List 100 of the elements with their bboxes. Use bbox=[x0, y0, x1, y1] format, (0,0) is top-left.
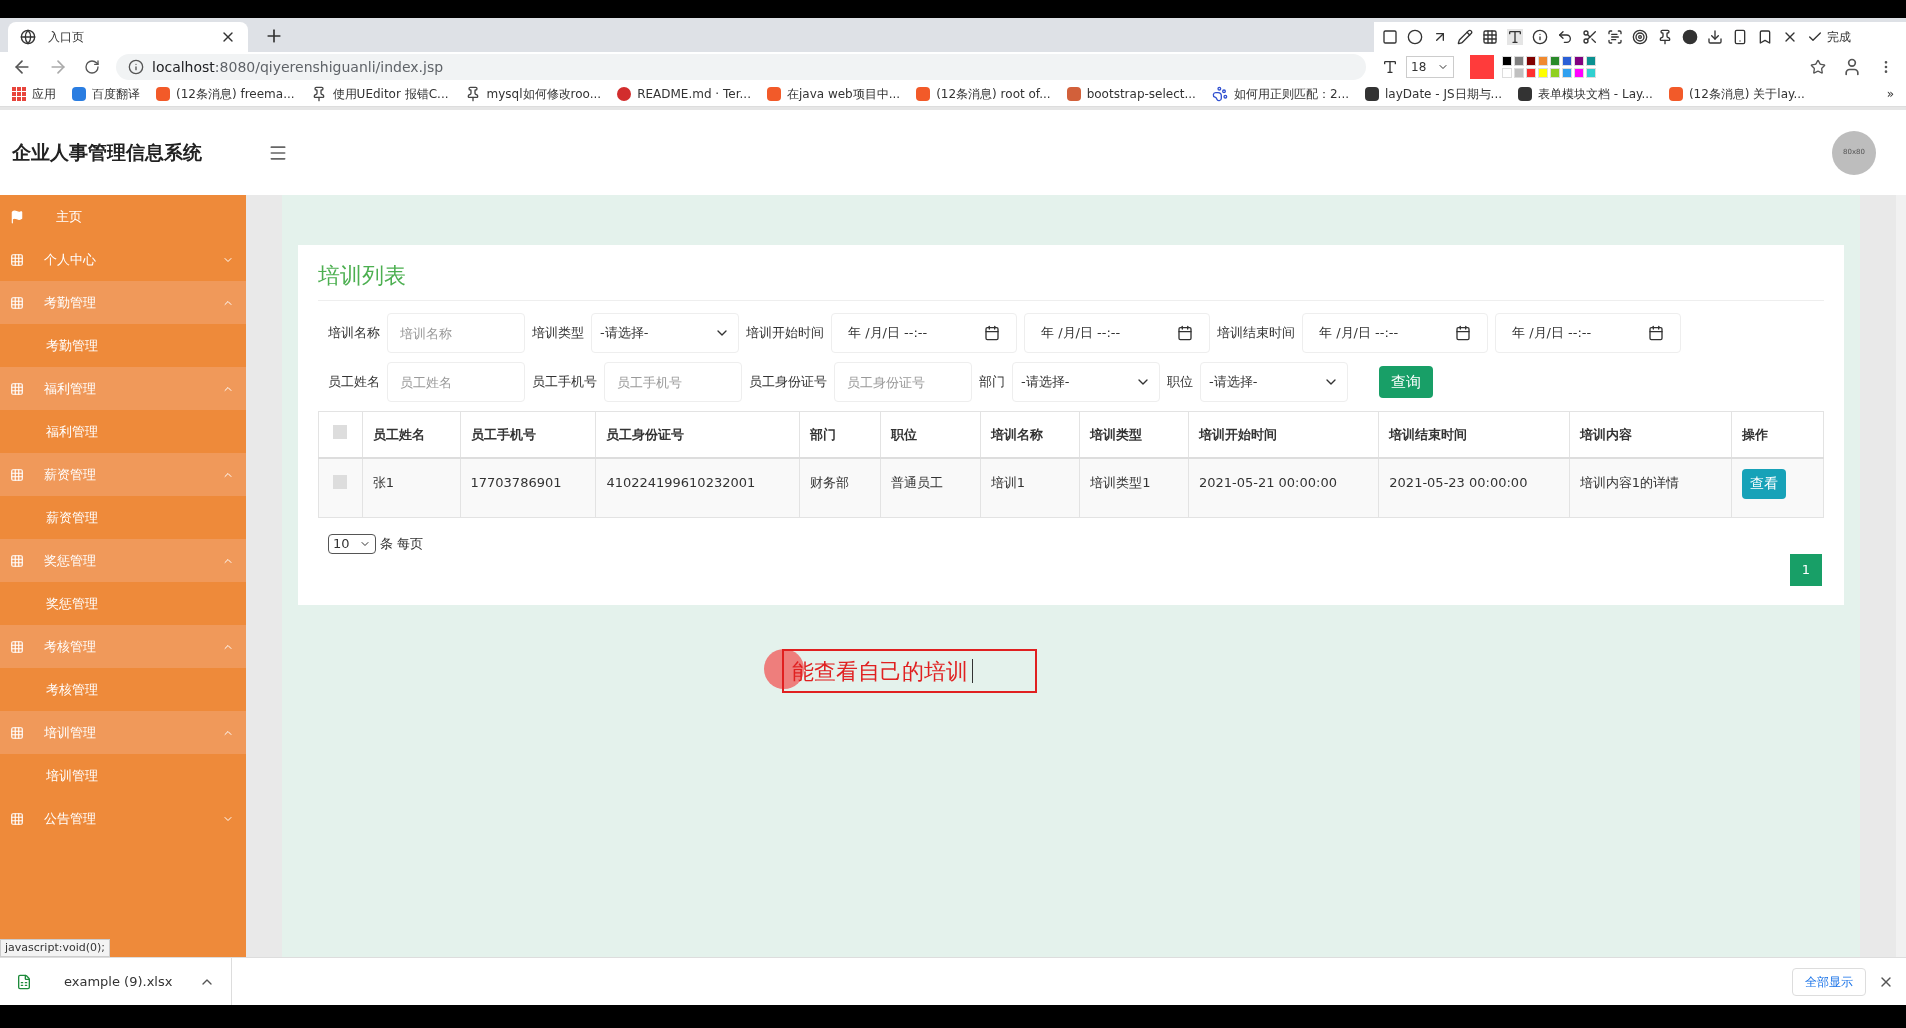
column-header: 操作 bbox=[1731, 411, 1824, 458]
select-field[interactable]: -请选择- bbox=[1012, 362, 1160, 402]
calendar-icon bbox=[1455, 325, 1471, 341]
current-color-swatch[interactable] bbox=[1470, 55, 1494, 79]
phone-icon[interactable] bbox=[1732, 29, 1748, 45]
color-swatch[interactable] bbox=[1538, 56, 1548, 66]
target-icon[interactable] bbox=[1632, 29, 1648, 45]
date-field[interactable]: 年 /月/日 --:-- bbox=[1302, 313, 1488, 353]
mosaic-icon[interactable] bbox=[1482, 29, 1498, 45]
color-swatch[interactable] bbox=[1574, 56, 1584, 66]
bookmark-link[interactable]: 百度翻译 bbox=[92, 85, 140, 103]
circle-icon[interactable] bbox=[1407, 29, 1423, 45]
bookmark-link[interactable]: (12条消息) root of... bbox=[936, 85, 1051, 103]
record-icon[interactable] bbox=[1682, 29, 1698, 45]
calendar-icon bbox=[1648, 325, 1664, 341]
done-button[interactable]: 完成 bbox=[1807, 28, 1851, 46]
bookmark-link[interactable]: bootstrap-select... bbox=[1086, 85, 1196, 103]
rectangle-icon[interactable] bbox=[1382, 29, 1398, 45]
table-cell: 普通员工 bbox=[880, 457, 981, 518]
color-swatch[interactable] bbox=[1586, 56, 1596, 66]
column-header: 培训名称 bbox=[980, 411, 1080, 458]
filter-label: 培训名称 bbox=[328, 324, 380, 343]
grid-icon bbox=[10, 467, 24, 482]
show-all-button[interactable]: 全部显示 bbox=[1792, 967, 1866, 996]
star-icon[interactable] bbox=[1810, 59, 1826, 75]
browser-tab[interactable]: 入口页 bbox=[8, 22, 248, 52]
select-all-checkbox[interactable] bbox=[333, 424, 348, 439]
pin-icon[interactable] bbox=[1657, 29, 1673, 45]
flag-icon bbox=[10, 209, 24, 224]
color-swatch[interactable] bbox=[1502, 56, 1512, 66]
column-header: 员工身份证号 bbox=[595, 411, 800, 458]
more-bookmarks[interactable]: » bbox=[1886, 85, 1894, 103]
color-swatch[interactable] bbox=[1514, 68, 1524, 78]
color-swatch[interactable] bbox=[1562, 56, 1572, 66]
bookmark-link[interactable]: README.md · Ter... bbox=[637, 85, 751, 103]
table-cell: 410224199610232001 bbox=[595, 457, 800, 518]
calendar-icon bbox=[984, 325, 1000, 341]
table-cell: 17703786901 bbox=[460, 457, 596, 518]
color-swatch[interactable] bbox=[1538, 68, 1548, 78]
page-size-label: 条 每页 bbox=[380, 535, 424, 554]
scissors-icon[interactable] bbox=[1582, 29, 1598, 45]
bookmark-link[interactable]: 使用UEditor 报错C... bbox=[332, 85, 449, 103]
font-size-select[interactable]: 18 bbox=[1406, 56, 1454, 78]
select-field[interactable]: -请选择- bbox=[1200, 362, 1348, 402]
download-icon[interactable] bbox=[1707, 29, 1723, 45]
color-swatch[interactable] bbox=[1550, 56, 1560, 66]
color-swatch[interactable] bbox=[1574, 68, 1584, 78]
bookmark-link[interactable]: (12条消息) freema... bbox=[176, 85, 295, 103]
page-title: 培训列表 bbox=[318, 263, 406, 288]
column-header: 培训结束时间 bbox=[1378, 411, 1570, 458]
scan-text-icon[interactable] bbox=[1607, 29, 1623, 45]
bookmark-link[interactable]: 在java web项目中... bbox=[786, 85, 901, 103]
bookmark-link[interactable]: 表单模块文档 - Lay... bbox=[1538, 85, 1653, 103]
select-field[interactable]: -请选择- bbox=[591, 313, 739, 353]
text-icon[interactable] bbox=[1507, 29, 1523, 45]
bookmark-icon[interactable] bbox=[1757, 29, 1773, 45]
font-icon bbox=[1382, 59, 1398, 75]
row-checkbox[interactable] bbox=[333, 474, 348, 489]
grid-icon bbox=[10, 553, 24, 568]
table-cell: 培训内容1的详情 bbox=[1569, 457, 1732, 518]
filter-label: 员工姓名 bbox=[328, 373, 380, 392]
bookmark-link[interactable]: 应用 bbox=[32, 85, 56, 103]
text-field[interactable]: 员工身份证号 bbox=[834, 362, 972, 402]
text-field[interactable]: 培训名称 bbox=[387, 313, 525, 353]
column-header: 部门 bbox=[799, 411, 881, 458]
color-swatch[interactable] bbox=[1550, 68, 1560, 78]
page-size-select[interactable]: 10 bbox=[328, 534, 376, 554]
color-swatch[interactable] bbox=[1586, 68, 1596, 78]
filter-label: 职位 bbox=[1167, 373, 1193, 392]
grid-icon bbox=[10, 725, 24, 740]
text-field[interactable]: 员工手机号 bbox=[604, 362, 742, 402]
date-field[interactable]: 年 /月/日 --:-- bbox=[831, 313, 1017, 353]
column-header: 培训类型 bbox=[1079, 411, 1189, 458]
bookmark-link[interactable]: layDate - JS日期与... bbox=[1385, 85, 1503, 103]
calendar-icon bbox=[1177, 325, 1193, 341]
profile-icon[interactable] bbox=[1842, 57, 1862, 77]
table-cell: 张1 bbox=[362, 457, 460, 518]
date-field[interactable]: 年 /月/日 --:-- bbox=[1495, 313, 1681, 353]
spreadsheet-icon bbox=[16, 973, 32, 990]
column-header: 职位 bbox=[880, 411, 981, 458]
undo-icon[interactable] bbox=[1557, 29, 1573, 45]
bookmark-link[interactable]: 如何用正则匹配：2... bbox=[1233, 85, 1349, 103]
table-cell: 培训类型1 bbox=[1079, 457, 1189, 518]
column-header: 培训开始时间 bbox=[1188, 411, 1379, 458]
color-swatch[interactable] bbox=[1514, 56, 1524, 66]
bookmark-link[interactable]: mysql如何修改roo... bbox=[486, 85, 602, 103]
color-swatch[interactable] bbox=[1562, 68, 1572, 78]
table-cell: 培训1 bbox=[980, 457, 1080, 518]
pencil-icon[interactable] bbox=[1457, 29, 1473, 45]
filter-label: 培训类型 bbox=[532, 324, 584, 343]
reload-icon[interactable] bbox=[84, 59, 100, 75]
download-item[interactable]: example (9).xlsx bbox=[48, 971, 183, 992]
color-swatch[interactable] bbox=[1526, 68, 1536, 78]
color-swatch[interactable] bbox=[1502, 68, 1512, 78]
color-swatch[interactable] bbox=[1526, 56, 1536, 66]
address-bar[interactable]: localhost:8080/qiyerenshiguanli/index.jsp bbox=[116, 54, 1366, 80]
bookmark-link[interactable]: (12条消息) 关于lay... bbox=[1688, 85, 1805, 103]
date-field[interactable]: 年 /月/日 --:-- bbox=[1024, 313, 1210, 353]
text-cursor bbox=[972, 659, 973, 683]
text-field[interactable]: 员工姓名 bbox=[387, 362, 525, 402]
